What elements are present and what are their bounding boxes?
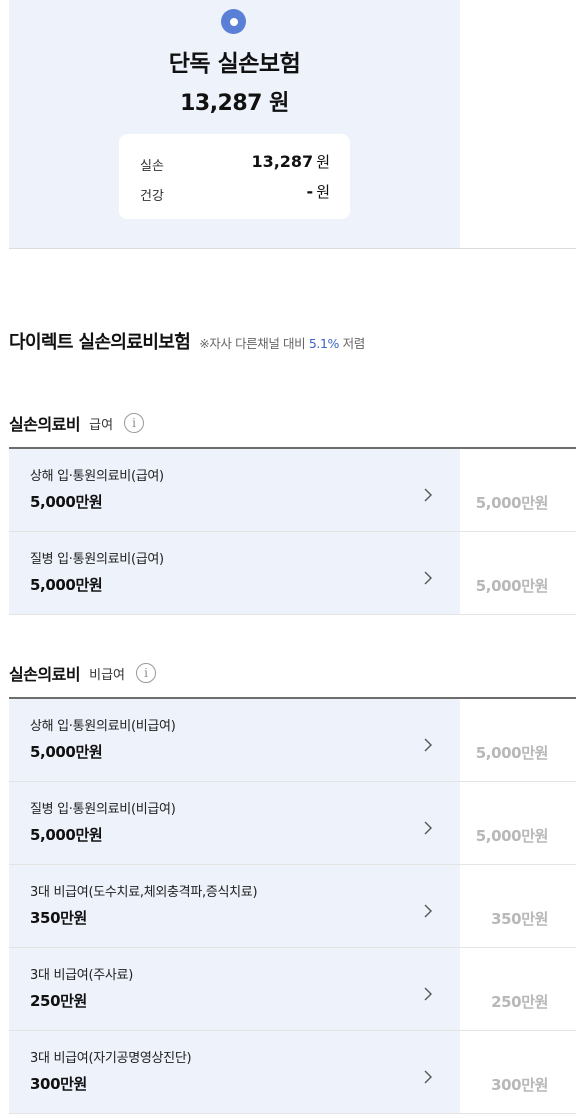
coverage-amount: 350만원 [30, 909, 87, 927]
coverage-main[interactable]: 3대 비급여(주사료) 250만원 [9, 948, 460, 1030]
info-icon[interactable]: i [124, 413, 145, 433]
breakdown-amount: 13,287 [251, 152, 314, 171]
plan-divider [9, 248, 576, 249]
coverage-name: 질병 입·통원의료비(급여) [30, 552, 164, 567]
coverage-main[interactable]: 3대 비급여(자기공명영상진단) 300만원 [9, 1031, 460, 1113]
info-icon[interactable]: i [136, 663, 156, 683]
coverage-compare-cell: 5,000만원 [460, 449, 576, 531]
note-suffix: 저렴 [339, 336, 366, 351]
chevron-right-icon[interactable] [422, 487, 434, 503]
coverage-name: 3대 비급여(도수치료,체외충격파,증식치료) [30, 885, 258, 900]
plan-price-value: 13,287 [180, 91, 262, 116]
coverage-list-covered: 상해 입·통원의료비(급여) 5,000만원 5,000만원 질병 입·통원의료… [9, 449, 576, 615]
coverage-list-noncovered: 상해 입·통원의료비(비급여) 5,000만원 5,000만원 질병 입·통원의… [9, 699, 576, 1114]
coverage-compare-amount: 350만원 [491, 910, 548, 928]
coverage-main[interactable]: 질병 입·통원의료비(급여) 5,000만원 [9, 532, 460, 614]
section-subtitle: 급여 [89, 417, 114, 433]
breakdown-label: 건강 [140, 189, 164, 204]
product-name: 다이렉트 실손의료비보험 [9, 332, 191, 353]
breakdown-row: 건강 -원 [140, 181, 330, 204]
coverage-compare-amount: 300만원 [491, 1076, 548, 1094]
plan-price-unit: 원 [269, 91, 289, 116]
coverage-amount: 300만원 [30, 1075, 87, 1093]
premium-breakdown: 실손 13,287 원 건강 -원 [119, 134, 350, 219]
coverage-compare-amount: 5,000만원 [475, 744, 549, 762]
radio-selected-icon[interactable] [221, 9, 246, 34]
coverage-amount: 250만원 [30, 992, 87, 1010]
chevron-right-icon[interactable] [422, 903, 434, 919]
coverage-compare-cell: 350만원 [460, 865, 576, 947]
product-heading: 다이렉트 실손의료비보험 ※자사 다른채널 대비 5.1% 저렴 [9, 328, 365, 354]
coverage-name: 3대 비급여(자기공명영상진단) [30, 1051, 192, 1066]
discount-percent: 5.1% [308, 336, 340, 351]
coverage-name: 질병 입·통원의료비(비급여) [30, 802, 176, 817]
coverage-row[interactable]: 3대 비급여(자기공명영상진단) 300만원 300만원 [9, 1031, 576, 1114]
breakdown-unit: 원 [316, 183, 330, 201]
coverage-compare-cell: 300만원 [460, 1031, 576, 1113]
coverage-row[interactable]: 상해 입·통원의료비(비급여) 5,000만원 5,000만원 [9, 699, 576, 782]
coverage-compare-cell: 5,000만원 [460, 699, 576, 781]
coverage-compare-cell: 5,000만원 [460, 782, 576, 864]
section-header-covered: 실손의료비 급여 i [9, 411, 145, 435]
section-title: 실손의료비 [9, 415, 81, 434]
coverage-compare-amount: 250만원 [491, 993, 548, 1011]
product-discount-note: ※자사 다른채널 대비 5.1% 저렴 [199, 333, 365, 352]
coverage-name: 상해 입·통원의료비(비급여) [30, 719, 176, 734]
plan-title: 단독 실손보험 [168, 51, 301, 77]
chevron-right-icon[interactable] [422, 1069, 434, 1085]
section-title: 실손의료비 [9, 665, 81, 684]
chevron-right-icon[interactable] [422, 570, 434, 586]
chevron-right-icon[interactable] [422, 737, 434, 753]
breakdown-row: 실손 13,287 원 [140, 151, 330, 174]
coverage-main[interactable]: 3대 비급여(도수치료,체외충격파,증식치료) 350만원 [9, 865, 460, 947]
note-prefix: ※자사 다른채널 대비 [199, 336, 309, 351]
coverage-main[interactable]: 상해 입·통원의료비(비급여) 5,000만원 [9, 699, 460, 781]
coverage-compare-cell: 5,000만원 [460, 532, 576, 614]
coverage-row[interactable]: 질병 입·통원의료비(비급여) 5,000만원 5,000만원 [9, 782, 576, 865]
breakdown-value: 13,287 원 [251, 151, 330, 172]
coverage-row[interactable]: 3대 비급여(주사료) 250만원 250만원 [9, 948, 576, 1031]
coverage-name: 상해 입·통원의료비(급여) [30, 469, 164, 484]
coverage-main[interactable]: 질병 입·통원의료비(비급여) 5,000만원 [9, 782, 460, 864]
coverage-row[interactable]: 질병 입·통원의료비(급여) 5,000만원 5,000만원 [9, 532, 576, 615]
chevron-right-icon[interactable] [422, 986, 434, 1002]
breakdown-unit: 원 [316, 153, 330, 171]
coverage-compare-amount: 5,000만원 [475, 494, 549, 512]
coverage-amount: 5,000만원 [30, 826, 103, 844]
coverage-compare-cell: 250만원 [460, 948, 576, 1030]
coverage-compare-amount: 5,000만원 [475, 577, 549, 595]
breakdown-label: 실손 [140, 159, 164, 174]
coverage-amount: 5,000만원 [30, 576, 103, 594]
coverage-row[interactable]: 3대 비급여(도수치료,체외충격파,증식치료) 350만원 350만원 [9, 865, 576, 948]
section-header-noncovered: 실손의료비 비급여 i [9, 661, 156, 685]
coverage-amount: 5,000만원 [30, 493, 103, 511]
breakdown-value: -원 [307, 181, 330, 202]
coverage-amount: 5,000만원 [30, 743, 103, 761]
plan-card[interactable]: 단독 실손보험 13,287 원 실손 13,287 원 건강 -원 [0, 0, 576, 249]
chevron-right-icon[interactable] [422, 820, 434, 836]
section-subtitle: 비급여 [89, 667, 125, 683]
coverage-main[interactable]: 상해 입·통원의료비(급여) 5,000만원 [9, 449, 460, 531]
coverage-compare-amount: 5,000만원 [475, 827, 549, 845]
coverage-row[interactable]: 상해 입·통원의료비(급여) 5,000만원 5,000만원 [9, 449, 576, 532]
plan-price: 13,287 원 [9, 85, 460, 117]
coverage-name: 3대 비급여(주사료) [30, 968, 133, 983]
breakdown-amount: - [306, 182, 314, 201]
